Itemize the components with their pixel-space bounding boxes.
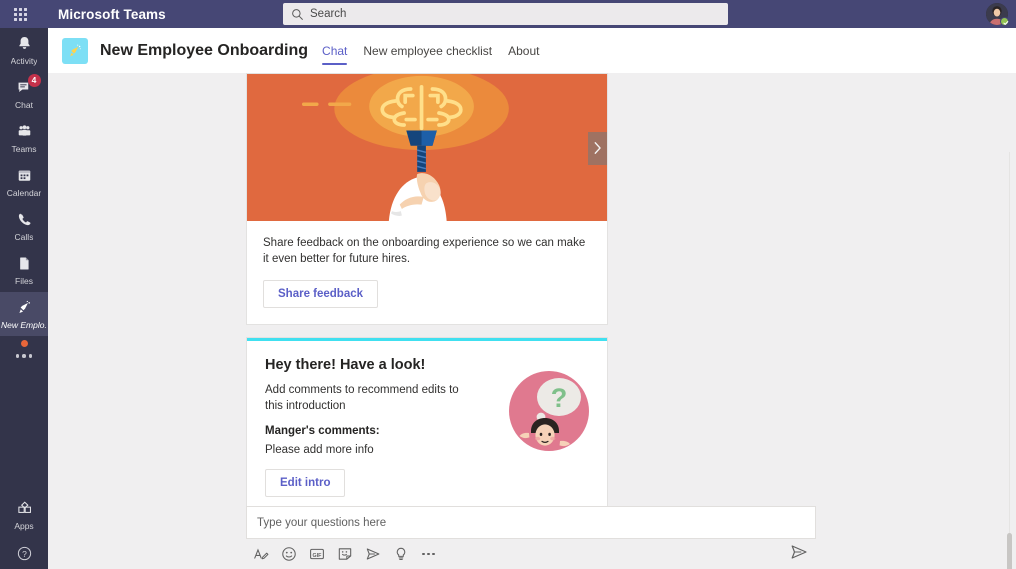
sidebar-item-label: Activity — [10, 55, 38, 66]
person-question-illustration: ? — [505, 367, 593, 455]
presence-badge — [1000, 17, 1009, 26]
channel-header: New Employee Onboarding Chat New employe… — [48, 28, 1016, 73]
scrollbar-track — [1009, 152, 1010, 569]
bell-icon — [16, 35, 33, 53]
scrollbar[interactable] — [1007, 152, 1012, 569]
compose-area: Type your questions here GIF — [246, 506, 816, 565]
megaphone-icon — [16, 299, 33, 317]
message-placeholder: Type your questions here — [257, 516, 387, 529]
sidebar-item-label: Chat — [15, 99, 33, 110]
tab-new-employee-checklist[interactable]: New employee checklist — [363, 28, 492, 73]
app-title: Microsoft Teams — [58, 6, 166, 22]
tab-about[interactable]: About — [508, 28, 539, 73]
send-button[interactable] — [790, 543, 808, 561]
sticker-icon[interactable] — [336, 546, 353, 563]
top-bar: Microsoft Teams Search — [0, 0, 1016, 28]
sidebar-item-label: New Emplo... — [1, 319, 47, 330]
calendar-icon — [16, 167, 33, 185]
sidebar-item-apps[interactable]: Apps — [0, 493, 48, 537]
sidebar-item-calls[interactable]: Calls — [0, 204, 48, 248]
tab-bar: Chat New employee checklist About — [322, 28, 539, 73]
sidebar-item-label: Calls — [14, 231, 34, 242]
more-dots-icon[interactable] — [420, 546, 437, 563]
sidebar-item-label: Apps — [14, 520, 34, 531]
team-avatar — [62, 37, 88, 64]
format-text-icon[interactable] — [252, 546, 269, 563]
feedback-card-text: Share feedback on the onboarding experie… — [263, 237, 586, 265]
feedback-card: Share feedback on the onboarding experie… — [246, 73, 608, 325]
sidebar-item-label: Calendar — [6, 187, 42, 198]
chevron-right-icon — [594, 142, 601, 154]
avatar[interactable] — [986, 3, 1009, 26]
teams-window: Microsoft Teams Search Activity 4 Chat T… — [0, 0, 1016, 569]
tab-chat[interactable]: Chat — [322, 28, 348, 73]
brain-lightbulb-illustration — [247, 74, 607, 221]
scrollbar-thumb[interactable] — [1007, 533, 1012, 569]
files-icon — [16, 255, 33, 273]
megaphone-icon — [70, 44, 81, 56]
chat-badge: 4 — [27, 73, 41, 87]
sidebar-item-label: Teams — [11, 143, 37, 154]
search-placeholder: Search — [310, 8, 347, 20]
svg-text:?: ? — [551, 383, 568, 413]
search-input[interactable]: Search — [283, 3, 728, 25]
phone-icon — [16, 211, 33, 229]
send-icon — [791, 545, 807, 559]
app-grid-icon[interactable] — [0, 0, 40, 28]
search-icon — [292, 8, 303, 20]
compose-toolbar: GIF — [246, 539, 816, 565]
sidebar-more-button[interactable] — [0, 336, 48, 376]
intro-card-text: Add comments to recommend edits to this … — [265, 384, 459, 412]
intro-card-body: Hey there! Have a look! Add comments to … — [247, 341, 607, 515]
teams-icon — [16, 123, 33, 141]
idea-lightbulb-icon[interactable] — [392, 546, 409, 563]
emoji-icon[interactable] — [280, 546, 297, 563]
sidebar-item-files[interactable]: Files — [0, 248, 48, 292]
sidebar-item-chat[interactable]: 4 Chat — [0, 72, 48, 116]
sidebar-item-teams[interactable]: Teams — [0, 116, 48, 160]
message-column: Share feedback on the onboarding experie… — [246, 73, 816, 528]
help-icon: ? — [16, 544, 33, 562]
chat-icon: 4 — [16, 73, 41, 97]
svg-text:GIF: GIF — [312, 553, 322, 559]
sidebar-item-calendar[interactable]: Calendar — [0, 160, 48, 204]
message-input[interactable]: Type your questions here — [246, 506, 816, 539]
edit-intro-button[interactable]: Edit intro — [265, 469, 346, 497]
notification-dot — [21, 340, 28, 347]
message-list: Share feedback on the onboarding experie… — [48, 73, 1016, 569]
left-rail: Activity 4 Chat Teams Calendar Calls Fil… — [0, 28, 48, 569]
sidebar-item-new-employee[interactable]: New Emplo... — [0, 292, 48, 336]
page-title: New Employee Onboarding — [100, 41, 309, 59]
sidebar-item-activity[interactable]: Activity — [0, 28, 48, 72]
share-feedback-button[interactable]: Share feedback — [263, 280, 379, 308]
intro-card: Hey there! Have a look! Add comments to … — [246, 337, 608, 516]
apps-icon — [16, 500, 33, 518]
gif-icon[interactable]: GIF — [308, 546, 325, 563]
more-dots-icon — [15, 354, 33, 358]
carousel-next-button[interactable] — [588, 131, 607, 165]
praise-icon[interactable] — [364, 546, 381, 563]
sidebar-item-label: Files — [15, 275, 33, 286]
svg-text:?: ? — [22, 548, 27, 558]
sidebar-item-help[interactable]: ? — [0, 537, 48, 569]
feedback-card-body: Share feedback on the onboarding experie… — [247, 221, 607, 324]
sidebar-bottom: Apps ? — [0, 493, 48, 569]
check-icon — [1002, 20, 1008, 25]
